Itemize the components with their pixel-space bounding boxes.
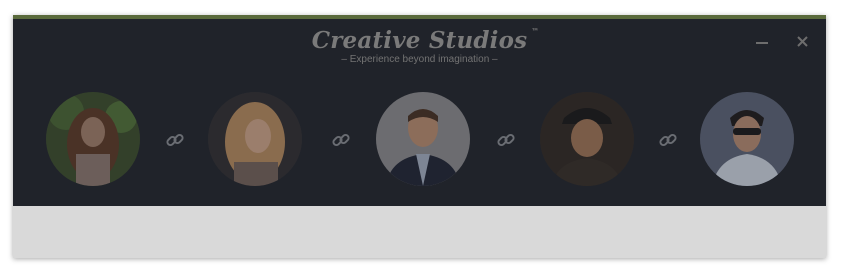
app-title: Creative Studios ™ (311, 27, 539, 54)
app-window: Creative Studios ™ – Experience beyond i… (13, 15, 826, 258)
window-footer (13, 206, 826, 258)
app-title-text: Creative Studios (311, 27, 528, 54)
link-icon (165, 130, 185, 150)
trademark-mark: ™ (531, 27, 540, 36)
avatar-5-photo (700, 92, 794, 186)
link-icon (496, 130, 516, 150)
close-icon (796, 35, 808, 47)
brand: Creative Studios ™ – Experience beyond i… (13, 27, 826, 65)
avatar-1[interactable] (46, 92, 140, 186)
app-tagline: – Experience beyond imagination – (341, 54, 498, 65)
avatar-3[interactable] (376, 92, 470, 186)
avatar-3-photo (376, 92, 470, 186)
window-header[interactable]: Creative Studios ™ – Experience beyond i… (13, 19, 826, 206)
minimize-button[interactable] (754, 33, 770, 49)
link-icon (658, 130, 678, 150)
avatar-2-photo (208, 92, 302, 186)
minimize-icon (756, 42, 768, 44)
avatar-4[interactable] (540, 92, 634, 186)
close-button[interactable] (794, 33, 810, 49)
avatar-5[interactable] (700, 92, 794, 186)
avatar-2[interactable] (208, 92, 302, 186)
avatar-4-photo (540, 92, 634, 186)
avatar-1-photo (46, 92, 140, 186)
link-icon (331, 130, 351, 150)
